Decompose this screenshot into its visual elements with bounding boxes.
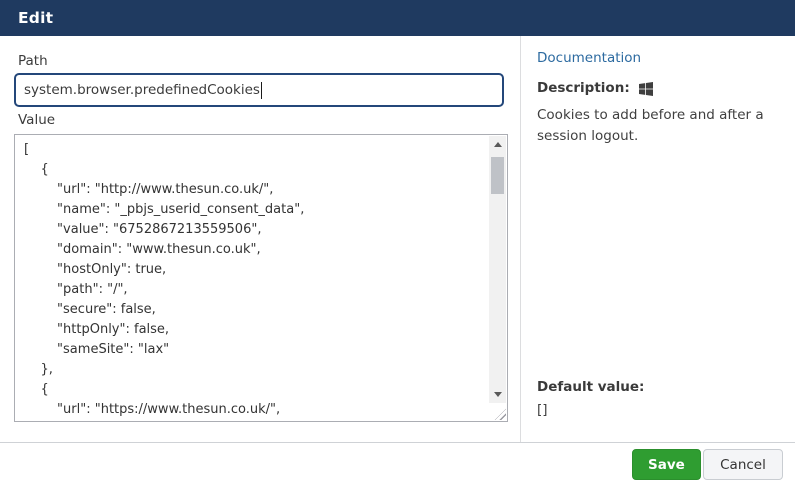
description-row: Description: [537,80,653,96]
scroll-up-button[interactable] [489,136,506,153]
scrollbar-thumb[interactable] [491,157,504,194]
windows-icon [638,81,653,96]
description-text: Cookies to add before and after a sessio… [537,107,764,144]
edit-dialog: Edit Path system.browser.predefinedCooki… [0,0,795,489]
panel-divider [520,36,521,442]
save-button[interactable]: Save [632,449,701,480]
default-value-text: [] [537,402,548,418]
scroll-down-icon [493,392,502,397]
footer-divider [0,442,795,443]
description-label: Description: [537,80,630,96]
dialog-header: Edit [0,0,795,36]
scroll-up-icon [493,142,502,147]
path-field-label: Path [18,53,48,69]
dialog-title: Edit [18,9,54,27]
value-textarea[interactable]: [ { "url": "http://www.thesun.co.uk/", "… [14,134,508,422]
text-cursor [260,81,262,99]
value-field-label: Value [18,112,56,128]
path-input-value: system.browser.predefinedCookies [24,82,260,98]
scroll-down-button[interactable] [489,386,506,403]
documentation-link[interactable]: Documentation [537,50,641,66]
cancel-button[interactable]: Cancel [703,449,783,480]
path-input[interactable]: system.browser.predefinedCookies [14,73,504,107]
value-textarea-content[interactable]: [ { "url": "http://www.thesun.co.uk/", "… [15,135,507,421]
value-scrollbar[interactable] [489,136,506,403]
default-value-label: Default value: [537,379,645,395]
